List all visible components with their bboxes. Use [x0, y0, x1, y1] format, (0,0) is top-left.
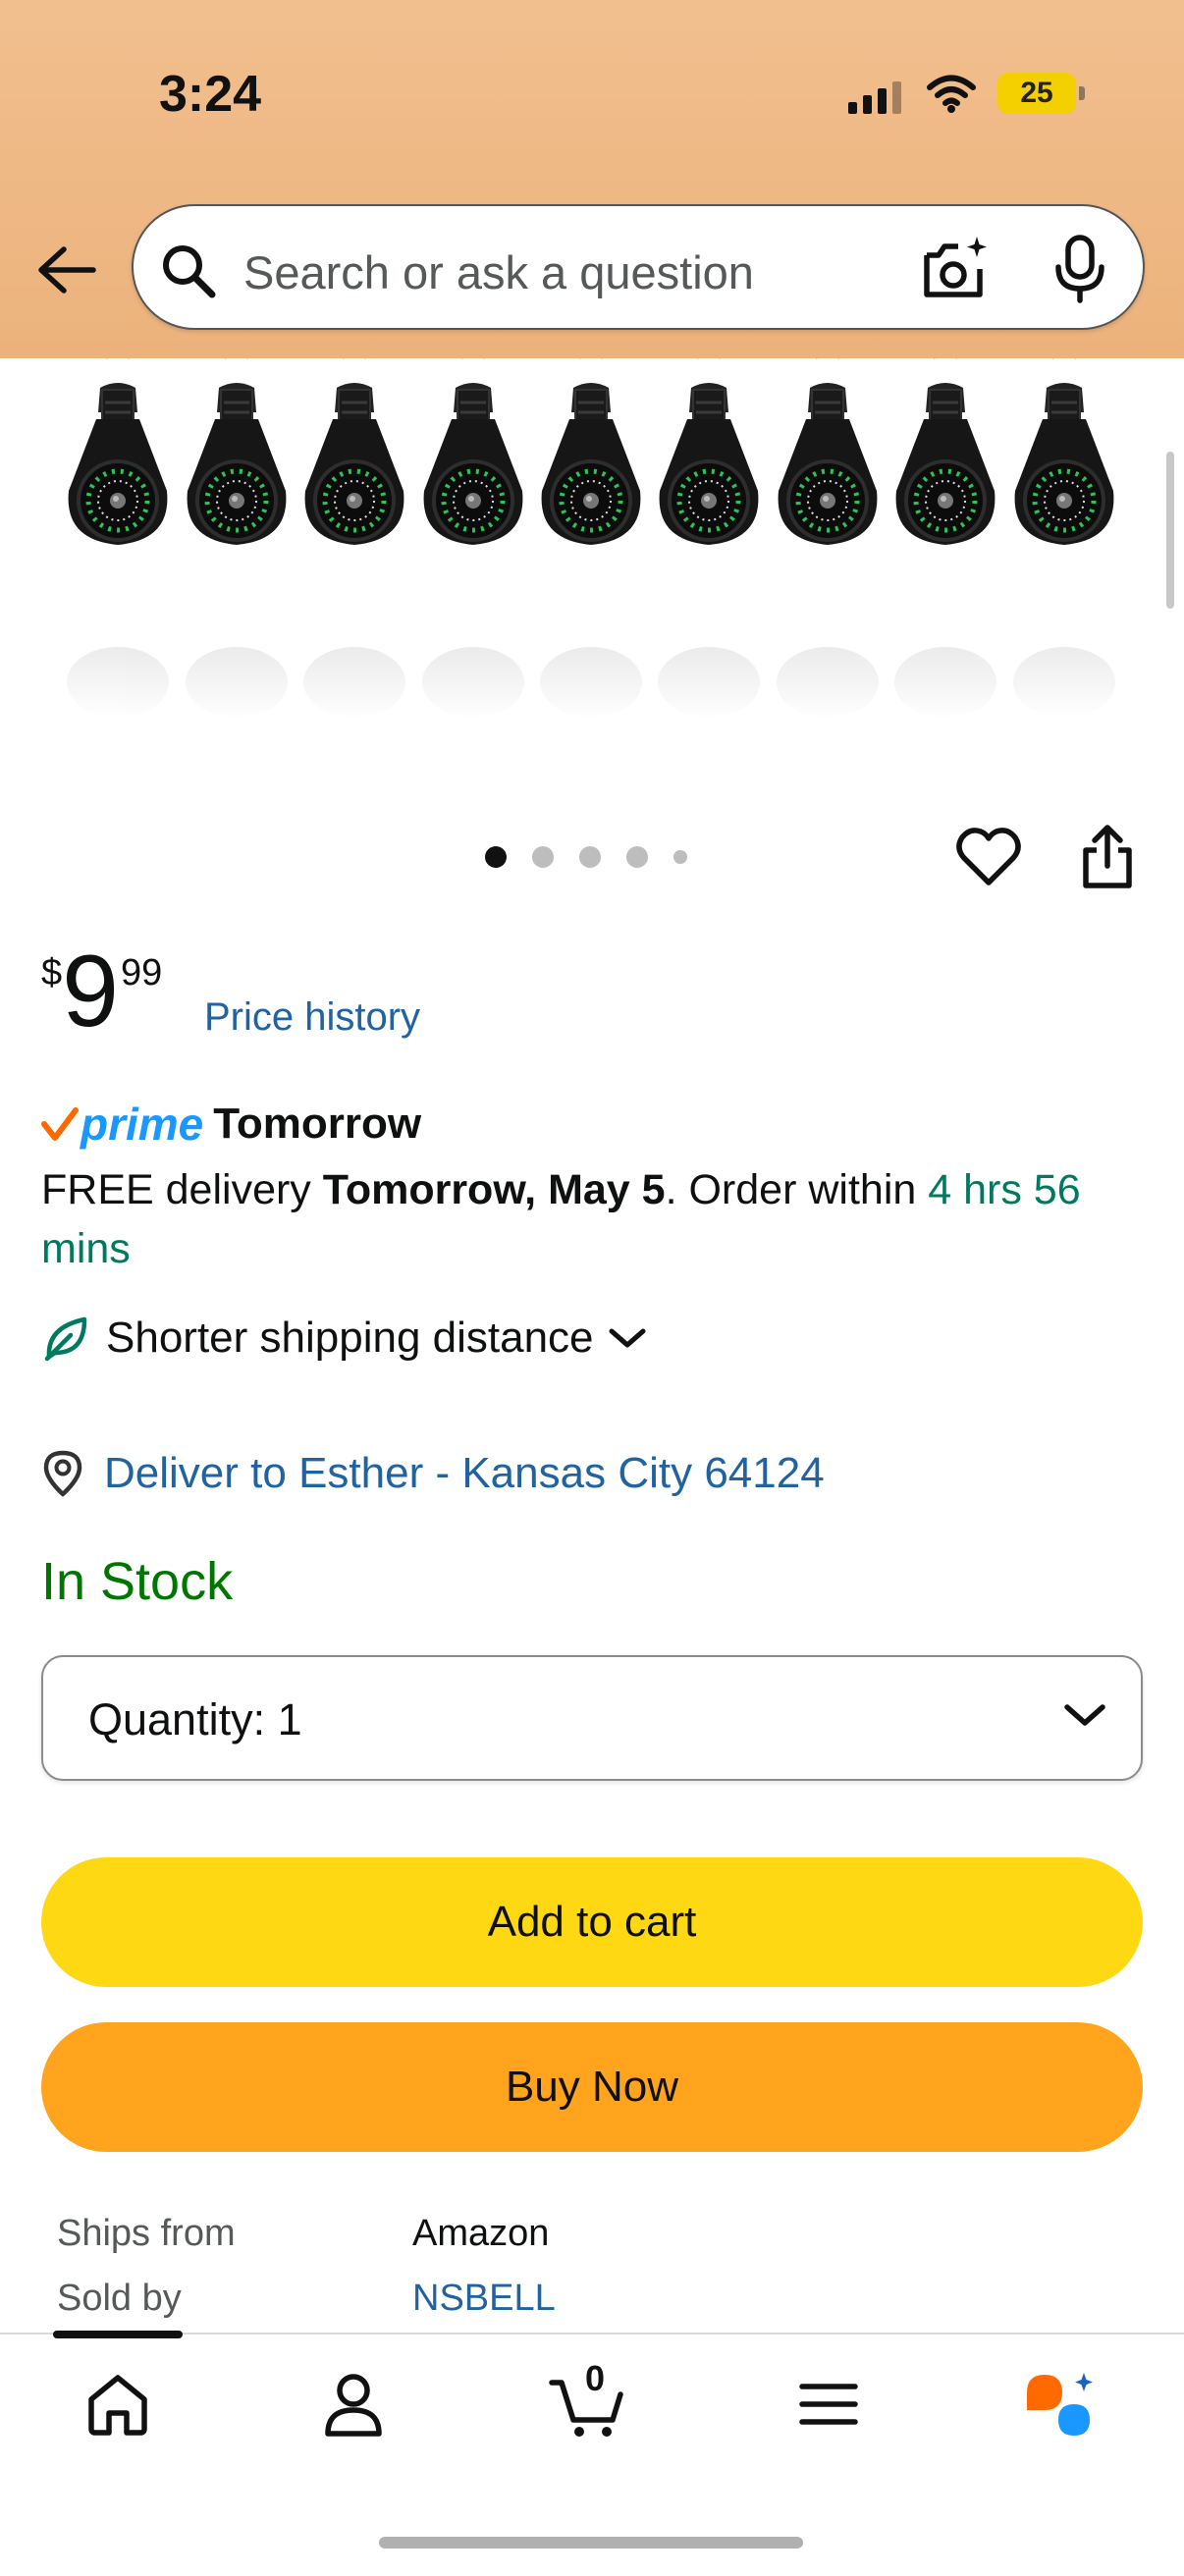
tab-home[interactable]: [69, 2360, 167, 2448]
price-history-link[interactable]: Price history: [204, 995, 420, 1040]
compass-image: [0, 358, 1184, 718]
search-bar[interactable]: Search or ask a question: [132, 204, 1145, 330]
battery-indicator: 25: [997, 73, 1076, 114]
search-icon: [163, 245, 216, 298]
order-within: . Order within: [665, 1166, 929, 1213]
battery-tip: [1079, 86, 1085, 100]
prime-check-icon: [41, 1107, 79, 1141]
page-dot-1[interactable]: [485, 846, 507, 868]
sold-by-value[interactable]: NSBELL: [412, 2278, 556, 2320]
search-input[interactable]: Search or ask a question: [243, 245, 754, 299]
chevron-down-icon: [609, 1328, 646, 1348]
account-icon: [325, 2374, 382, 2437]
add-to-cart-button[interactable]: Add to cart: [41, 1857, 1143, 1987]
page-dot-4[interactable]: [626, 846, 648, 868]
page-dot-5[interactable]: [673, 850, 687, 864]
wifi-icon: [927, 75, 976, 113]
price: $ 9 99: [41, 940, 162, 1043]
home-indicator: [379, 2537, 803, 2549]
page-dot-3[interactable]: [579, 846, 601, 868]
rufus-icon: [1027, 2373, 1093, 2436]
tab-account[interactable]: [304, 2360, 403, 2448]
shipping-distance-toggle[interactable]: Shorter shipping distance: [41, 1314, 649, 1363]
price-whole: 9: [62, 935, 119, 1048]
shipping-note: Shorter shipping distance: [106, 1314, 594, 1362]
prime-badge: prime Tomorrow: [41, 1098, 421, 1151]
quantity-select[interactable]: Quantity: 1: [41, 1655, 1143, 1781]
quantity-label: Quantity: 1: [88, 1694, 302, 1744]
delivery-message: FREE delivery Tomorrow, May 5. Order wit…: [41, 1160, 1151, 1278]
delivery-date: Tomorrow, May 5: [322, 1166, 666, 1213]
menu-icon: [799, 2384, 858, 2425]
stock-status: In Stock: [41, 1552, 234, 1611]
sold-by-row: Sold by NSBELL: [57, 2278, 556, 2320]
price-currency: $: [41, 952, 63, 993]
ships-from-value: Amazon: [412, 2213, 550, 2254]
chevron-down-icon: [1064, 1704, 1105, 1726]
buy-now-button[interactable]: Buy Now: [41, 2022, 1143, 2152]
product-image[interactable]: [0, 358, 1184, 736]
prime-logo: prime: [81, 1099, 204, 1150]
mic-icon[interactable]: [1052, 234, 1107, 304]
location-pin-icon: [43, 1450, 82, 1497]
status-time: 3:24: [159, 66, 262, 123]
camera-icon[interactable]: [919, 234, 992, 304]
home-icon: [88, 2375, 147, 2436]
heart-icon[interactable]: [954, 823, 1023, 891]
cart-count: 0: [585, 2358, 606, 2398]
price-fraction: 99: [120, 952, 163, 993]
ships-from-row: Ships from Amazon: [57, 2213, 549, 2255]
signal-icon: [848, 80, 901, 114]
sold-by-label: Sold by: [57, 2278, 182, 2319]
prime-day: Tomorrow: [213, 1100, 422, 1148]
image-pagination[interactable]: [485, 846, 687, 868]
back-button[interactable]: [29, 236, 104, 304]
share-icon[interactable]: [1078, 823, 1137, 891]
ships-from-label: Ships from: [57, 2213, 236, 2254]
quantity-value: 1: [277, 1694, 302, 1744]
page-dot-2[interactable]: [532, 846, 554, 868]
leaf-icon: [44, 1316, 87, 1362]
active-tab-indicator: [53, 2331, 183, 2338]
tab-menu[interactable]: [780, 2360, 878, 2448]
tab-rufus[interactable]: [1011, 2360, 1109, 2448]
delivery-prefix: FREE delivery: [41, 1166, 323, 1213]
scrollbar[interactable]: [1166, 452, 1174, 609]
back-arrow-icon: [38, 246, 96, 294]
deliver-to-text[interactable]: Deliver to Esther - Kansas City 64124: [104, 1449, 825, 1498]
deliver-to-link[interactable]: Deliver to Esther - Kansas City 64124: [41, 1449, 825, 1498]
tab-cart[interactable]: 0: [540, 2358, 638, 2448]
